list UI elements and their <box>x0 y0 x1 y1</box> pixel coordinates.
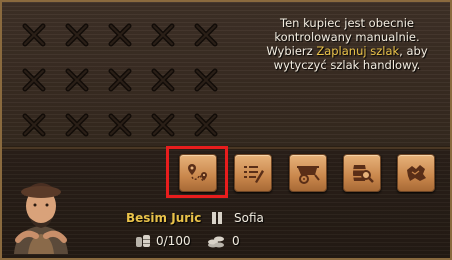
merchant-portrait <box>14 183 68 254</box>
x-mark-icon <box>151 68 175 91</box>
x-mark-icon <box>194 23 218 46</box>
info-line-1: Ten kupiec jest obecnie <box>280 16 414 30</box>
plan-route-highlight <box>166 146 228 198</box>
info-line-3-suffix: , aby <box>399 44 428 58</box>
x-mark-icon <box>108 113 132 136</box>
empty-cargo-slot[interactable] <box>14 102 54 147</box>
empty-cargo-slot[interactable] <box>186 57 226 102</box>
empty-cargo-slot[interactable] <box>14 57 54 102</box>
x-mark-icon <box>65 113 89 136</box>
cargo-barrels-icon <box>136 235 150 247</box>
empty-cargo-slot[interactable] <box>100 12 140 57</box>
cargo-capacity: 0/100 <box>156 234 191 248</box>
region-map-button[interactable] <box>397 154 435 192</box>
x-mark-icon <box>65 23 89 46</box>
x-mark-icon <box>108 23 132 46</box>
coin-count: 0 <box>232 234 240 248</box>
empty-cargo-slot[interactable] <box>143 12 183 57</box>
x-mark-icon <box>194 113 218 136</box>
x-mark-icon <box>65 68 89 91</box>
empty-cargo-slot[interactable] <box>57 12 97 57</box>
trade-list-button[interactable] <box>234 154 272 192</box>
x-mark-icon <box>151 23 175 46</box>
cart-button[interactable] <box>289 154 327 192</box>
x-mark-icon <box>22 68 46 91</box>
cargo-slot-grid <box>14 12 226 147</box>
info-line-3-prefix: Wybierz <box>266 44 317 58</box>
x-mark-icon <box>22 113 46 136</box>
info-line-2: kontrolowany manualnie. <box>274 30 420 44</box>
merchant-name[interactable]: Besim Juric <box>126 211 201 225</box>
empty-cargo-slot[interactable] <box>186 12 226 57</box>
empty-cargo-slot[interactable] <box>100 57 140 102</box>
region-map-icon <box>407 165 426 181</box>
x-mark-icon <box>108 68 132 91</box>
coins-icon <box>208 236 224 248</box>
cart-icon <box>297 166 320 184</box>
x-mark-icon <box>194 68 218 91</box>
x-mark-icon <box>151 113 175 136</box>
empty-cargo-slot[interactable] <box>57 57 97 102</box>
info-message: Ten kupiec jest obecnie kontrolowany man… <box>252 16 442 72</box>
empty-cargo-slot[interactable] <box>143 57 183 102</box>
empty-cargo-slot[interactable] <box>14 12 54 57</box>
x-mark-icon <box>22 23 46 46</box>
pause-icon[interactable] <box>210 210 224 226</box>
plan-route-link[interactable]: Zaplanuj szlak <box>316 44 399 58</box>
cargo-area: Ten kupiec jest obecnie kontrolowany man… <box>2 2 450 148</box>
empty-cargo-slot[interactable] <box>186 102 226 147</box>
barrel-magnifier-icon <box>353 165 374 183</box>
empty-cargo-slot[interactable] <box>57 102 97 147</box>
barrel-inspect-button[interactable] <box>343 154 381 192</box>
list-pen-icon <box>244 166 264 183</box>
current-city[interactable]: Sofia <box>234 211 264 225</box>
info-line-3: Wybierz Zaplanuj szlak, aby <box>252 44 442 58</box>
info-line-4: wytyczyć szlak handlowy. <box>273 58 421 72</box>
empty-cargo-slot[interactable] <box>100 102 140 147</box>
empty-cargo-slot[interactable] <box>143 102 183 147</box>
